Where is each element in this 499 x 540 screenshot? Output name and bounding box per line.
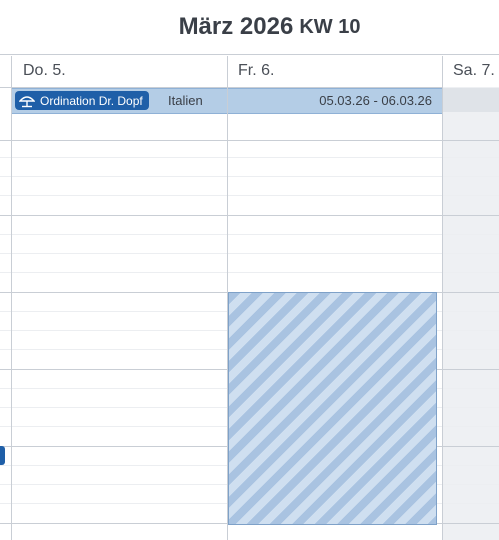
day-header-saturday[interactable]: Sa. 7.	[453, 62, 495, 80]
grid-line	[0, 176, 499, 177]
grid-line	[0, 272, 499, 273]
event-title: Ordination Dr. Dopf	[40, 93, 143, 108]
week-label: KW 10	[299, 15, 361, 38]
all-day-row: Ordination Dr. Dopf Italien 05.03.26 - 0…	[0, 87, 499, 141]
day-header-thursday[interactable]: Do. 5.	[23, 62, 66, 80]
grid-line	[0, 157, 499, 158]
column-divider	[11, 56, 12, 540]
event-location: Italien	[168, 93, 203, 108]
blocked-time-slot[interactable]	[228, 292, 437, 525]
grid-line	[0, 195, 499, 196]
grid-line	[0, 253, 499, 254]
grid-line-hour	[0, 215, 499, 216]
current-time-marker	[0, 446, 5, 465]
weekend-column	[443, 87, 499, 540]
month-label: März 2026	[178, 13, 294, 40]
grid-line	[0, 234, 499, 235]
day-header-row: Do. 5. Fr. 6. Sa. 7.	[0, 56, 499, 88]
day-header-friday[interactable]: Fr. 6.	[238, 62, 274, 80]
event-date-range: 05.03.26 - 06.03.26	[319, 93, 432, 108]
beach-umbrella-icon	[19, 95, 35, 107]
column-divider	[442, 56, 443, 540]
event-badge[interactable]: Ordination Dr. Dopf	[15, 91, 149, 110]
weekend-all-day-cell	[443, 88, 499, 112]
calendar-title: März 2026 KW 10	[0, 0, 499, 55]
